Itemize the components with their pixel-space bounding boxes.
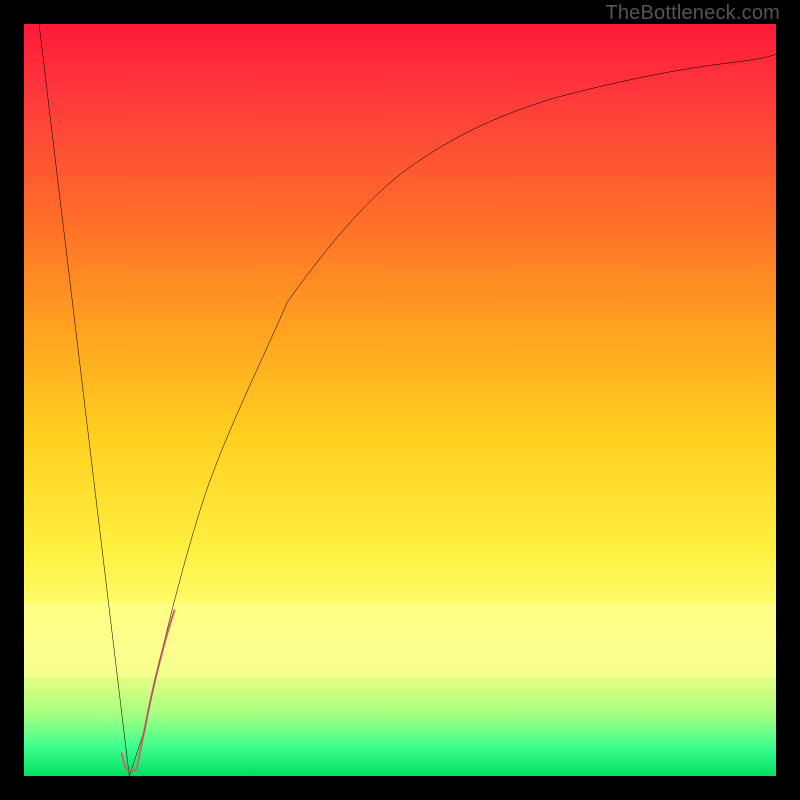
chart-frame: TheBottleneck.com xyxy=(0,0,800,800)
highlight-band xyxy=(24,603,776,678)
attribution-label: TheBottleneck.com xyxy=(605,2,780,25)
